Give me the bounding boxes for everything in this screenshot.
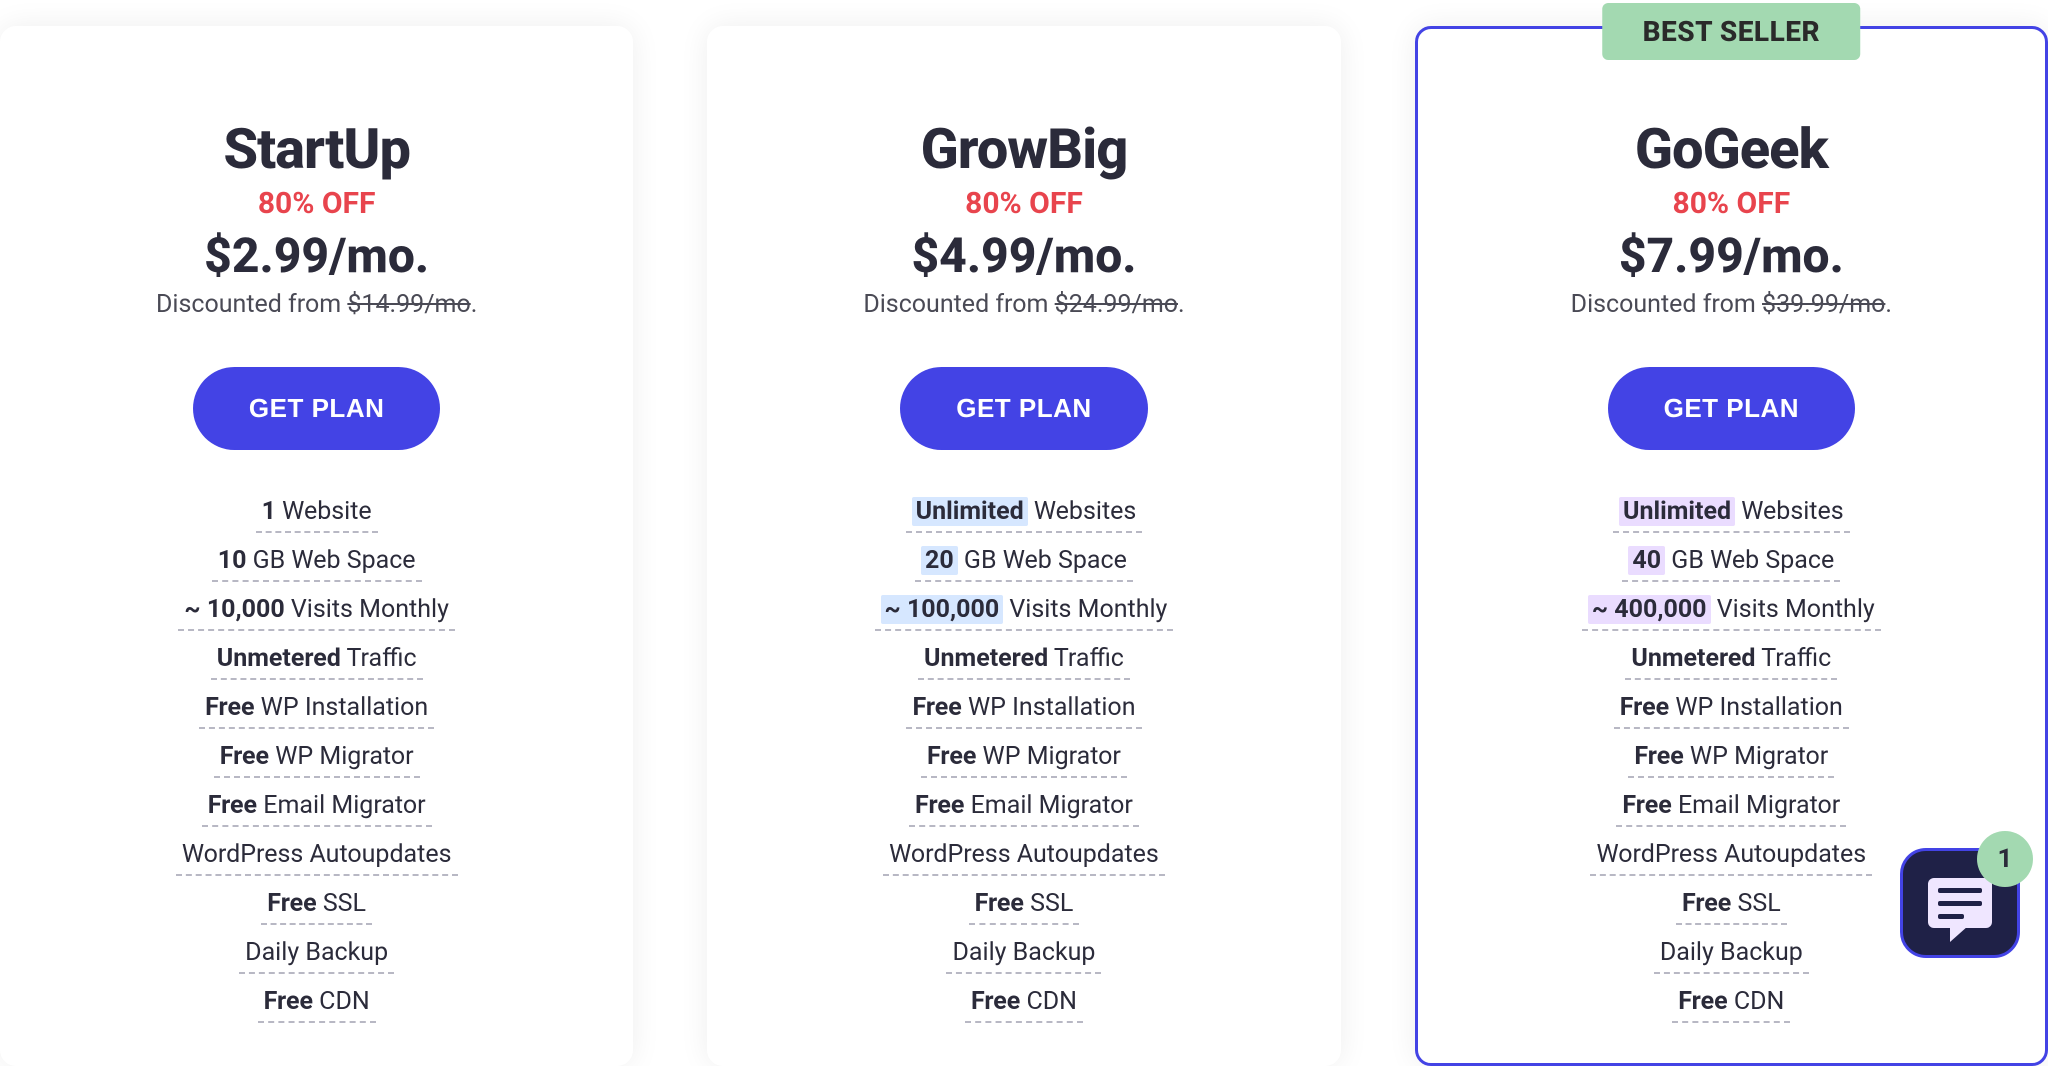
feature-item: ~ 10,000 Visits Monthly: [178, 592, 455, 631]
pricing-row: StartUp 80% OFF $2.99/mo. Discounted from $…: [0, 0, 2048, 1066]
feature-item: Daily Backup: [946, 935, 1101, 974]
plan-discount: 80% OFF: [50, 186, 583, 221]
plan-name: GrowBig: [757, 116, 1290, 182]
plan-name: GoGeek: [1468, 116, 1995, 182]
feature-item: Free CDN: [258, 984, 376, 1023]
feature-item: Free WP Migrator: [1628, 739, 1834, 778]
plan-discount: 80% OFF: [757, 186, 1290, 221]
plan-original-price: Discounted from $14.99/mo.: [50, 290, 583, 319]
feature-item: 1 Website: [256, 494, 378, 533]
feature-item: WordPress Autoupdates: [883, 837, 1165, 876]
plan-name: StartUp: [50, 116, 583, 182]
feature-item: Unlimited Websites: [1613, 494, 1850, 533]
chat-unread-badge: 1: [1977, 831, 2033, 887]
feature-item: ~ 400,000 Visits Monthly: [1582, 592, 1881, 631]
feature-item: Free WP Migrator: [921, 739, 1127, 778]
feature-item: Free Email Migrator: [202, 788, 432, 827]
plan-card-growbig: GrowBig 80% OFF $4.99/mo. Discounted from $…: [707, 26, 1340, 1066]
plan-price: $2.99/mo.: [50, 227, 583, 284]
chat-widget[interactable]: 1: [1900, 848, 2020, 958]
feature-item: Daily Backup: [239, 935, 394, 974]
get-plan-button[interactable]: GET PLAN: [1608, 367, 1855, 450]
feature-item: Free Email Migrator: [1616, 788, 1846, 827]
best-seller-badge: BEST SELLER: [1603, 3, 1861, 60]
feature-item: WordPress Autoupdates: [176, 837, 458, 876]
plan-original-price: Discounted from $24.99/mo.: [757, 290, 1290, 319]
feature-item: 20 GB Web Space: [915, 543, 1133, 582]
plan-features: Unlimited Websites 20 GB Web Space ~ 100,0…: [757, 494, 1290, 1023]
get-plan-button[interactable]: GET PLAN: [900, 367, 1147, 450]
feature-item: Free WP Installation: [906, 690, 1141, 729]
feature-item: Free SSL: [261, 886, 372, 925]
feature-item: WordPress Autoupdates: [1590, 837, 1872, 876]
plan-original-price: Discounted from $39.99/mo.: [1468, 290, 1995, 319]
chat-icon: [1928, 878, 1992, 928]
feature-item: 10 GB Web Space: [212, 543, 422, 582]
feature-item: Free CDN: [1672, 984, 1790, 1023]
feature-item: Unmetered Traffic: [918, 641, 1130, 680]
feature-item: Free CDN: [965, 984, 1083, 1023]
feature-item: 40 GB Web Space: [1622, 543, 1840, 582]
feature-item: Free WP Installation: [1614, 690, 1849, 729]
get-plan-button[interactable]: GET PLAN: [193, 367, 440, 450]
plan-price: $7.99/mo.: [1468, 227, 1995, 284]
feature-item: Unlimited Websites: [906, 494, 1143, 533]
feature-item: Free SSL: [1676, 886, 1787, 925]
feature-item: Free WP Installation: [199, 690, 434, 729]
feature-item: ~ 100,000 Visits Monthly: [875, 592, 1174, 631]
plan-discount: 80% OFF: [1468, 186, 1995, 221]
plan-card-startup: StartUp 80% OFF $2.99/mo. Discounted from $…: [0, 26, 633, 1066]
feature-item: Unmetered Traffic: [1625, 641, 1837, 680]
feature-item: Unmetered Traffic: [211, 641, 423, 680]
feature-item: Free WP Migrator: [214, 739, 420, 778]
feature-item: Free SSL: [969, 886, 1080, 925]
plan-features: 1 Website 10 GB Web Space ~ 10,000 Visits …: [50, 494, 583, 1023]
feature-item: Daily Backup: [1654, 935, 1809, 974]
feature-item: Free Email Migrator: [909, 788, 1139, 827]
plan-price: $4.99/mo.: [757, 227, 1290, 284]
